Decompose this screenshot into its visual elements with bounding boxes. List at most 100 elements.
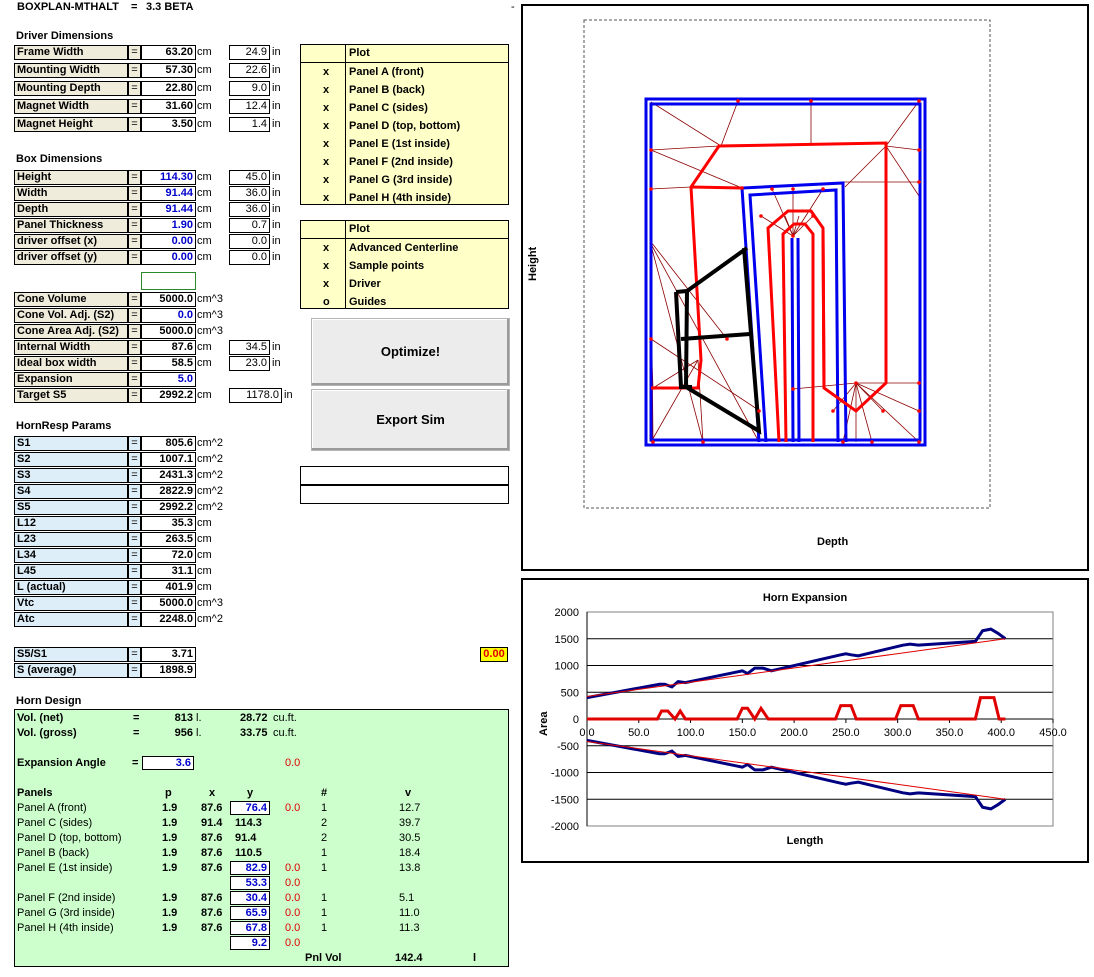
param-value: 263.5 xyxy=(141,532,196,547)
vol-net-eq: = xyxy=(133,712,140,724)
panel-y-input[interactable]: 67.8 xyxy=(230,921,270,935)
plot-option-mark[interactable]: x xyxy=(323,171,329,189)
param-label: Frame Width xyxy=(14,45,128,60)
optimize-button[interactable]: Optimize! xyxy=(311,318,510,386)
header-dash: - xyxy=(511,1,515,13)
param-eq: = xyxy=(128,388,141,403)
panel-name: Panel B (back) xyxy=(17,847,90,859)
plot-option-row[interactable]: x Sample points xyxy=(301,257,508,275)
plot-option-row[interactable]: x Panel G (3rd inside) xyxy=(301,171,508,189)
plot-option-row[interactable]: x Panel F (2nd inside) xyxy=(301,153,508,171)
plot-option-mark[interactable]: x xyxy=(323,117,329,135)
chart-y-tick: 2000 xyxy=(555,607,579,619)
empty-field-2[interactable] xyxy=(300,485,509,504)
plot-option-row[interactable]: x Driver xyxy=(301,275,508,293)
plot-option-mark[interactable]: x xyxy=(323,275,329,293)
param-inch-value: 0.7 xyxy=(229,218,270,233)
plot-option-row[interactable]: x Panel H (4th inside) xyxy=(301,189,508,207)
param-value[interactable]: 0.00 xyxy=(141,250,196,265)
param-eq: = xyxy=(128,250,141,265)
horn-design-heading: Horn Design xyxy=(16,695,82,707)
panel-count: 1 xyxy=(321,922,328,934)
panel-volume: 13.8 xyxy=(399,862,421,874)
export-sim-button[interactable]: Export Sim xyxy=(311,389,510,451)
param-label: Cone Volume xyxy=(14,292,128,307)
param-eq: = xyxy=(128,186,141,201)
vol-gross-cuft-unit: cu.ft. xyxy=(273,727,297,739)
driver-outline xyxy=(674,246,762,435)
panel-y-input[interactable]: 76.4 xyxy=(230,801,270,815)
param-inch-unit: in xyxy=(272,82,281,94)
param-eq: = xyxy=(128,99,141,114)
param-value[interactable]: 5.0 xyxy=(141,372,196,387)
panel-p: 1.9 xyxy=(162,802,178,814)
version-label: 3.3 BETA xyxy=(146,1,194,13)
param-eq: = xyxy=(128,234,141,249)
param-eq: = xyxy=(128,218,141,233)
panel-x: 91.4 xyxy=(201,817,223,829)
plot-option-row[interactable]: o Guides xyxy=(301,293,508,311)
plot-option-row[interactable]: x Panel C (sides) xyxy=(301,99,508,117)
plot-option-row[interactable]: x Panel A (front) xyxy=(301,63,508,81)
plot-option-mark[interactable]: x xyxy=(323,63,329,81)
plot-option-mark[interactable]: x xyxy=(323,239,329,257)
plot-option-row[interactable]: x Panel B (back) xyxy=(301,81,508,99)
param-inch-value: 1.4 xyxy=(229,117,270,132)
chart-y-tick: 1500 xyxy=(555,634,579,646)
plot-panels-header-label: Plot xyxy=(349,47,370,59)
plot-option-row[interactable]: x Panel D (top, bottom) xyxy=(301,117,508,135)
plot-option-label: Panel F (2nd inside) xyxy=(349,156,453,168)
panel-y-input[interactable]: 82.9 xyxy=(230,861,270,875)
panel-p: 1.9 xyxy=(162,892,178,904)
param-value: 63.20 xyxy=(141,45,196,60)
box-layout-chart: Depth Height xyxy=(521,4,1089,571)
expansion-angle-label: Expansion Angle xyxy=(17,757,106,769)
param-unit: cm xyxy=(197,118,212,130)
pnl-vol-label: Pnl Vol xyxy=(305,952,342,964)
param-label: Panel Thickness xyxy=(14,218,128,233)
panel-x: 87.6 xyxy=(201,847,223,859)
panel-y-input[interactable]: 65.9 xyxy=(230,906,270,920)
param-value[interactable]: 91.44 xyxy=(141,202,196,217)
plot-option-mark[interactable]: o xyxy=(323,293,330,311)
panel-y-input[interactable]: 30.4 xyxy=(230,891,270,905)
plot-option-label: Panel G (3rd inside) xyxy=(349,174,453,186)
plot-option-row[interactable]: x Advanced Centerline xyxy=(301,239,508,257)
plot-option-mark[interactable]: x xyxy=(323,99,329,117)
panel-y-input[interactable]: 9.2 xyxy=(230,936,270,950)
empty-field-1[interactable] xyxy=(300,466,509,485)
panel-count: 2 xyxy=(321,832,328,844)
plot-option-mark[interactable]: x xyxy=(323,81,329,99)
plot-option-label: Driver xyxy=(349,278,381,290)
chart-x-tick: 50.0 xyxy=(628,727,649,739)
param-value[interactable]: 0.0 xyxy=(141,308,196,323)
param-eq: = xyxy=(128,45,141,60)
plot-option-mark[interactable]: x xyxy=(323,135,329,153)
expansion-angle-input[interactable]: 3.6 xyxy=(142,756,194,770)
plot-option-mark[interactable]: x xyxy=(323,189,329,207)
param-value[interactable]: 0.00 xyxy=(141,234,196,249)
plot-option-mark[interactable]: x xyxy=(323,257,329,275)
panel-name: Panel F (2nd inside) xyxy=(17,892,116,904)
selected-cell[interactable] xyxy=(141,272,196,290)
chart-y-tick: -2000 xyxy=(551,821,579,833)
param-eq: = xyxy=(128,117,141,132)
plot-option-label: Panel E (1st inside) xyxy=(349,138,450,150)
plot-option-row[interactable]: x Panel E (1st inside) xyxy=(301,135,508,153)
panel-x: 87.6 xyxy=(201,802,223,814)
param-unit: cm xyxy=(197,565,212,577)
param-label: S5/S1 xyxy=(14,647,128,662)
param-unit: cm xyxy=(197,64,212,76)
panel-volume: 39.7 xyxy=(399,817,421,829)
param-value[interactable]: 114.30 xyxy=(141,170,196,185)
plot-option-mark[interactable]: x xyxy=(323,153,329,171)
param-eq: = xyxy=(128,500,141,515)
param-value[interactable]: 1.90 xyxy=(141,218,196,233)
param-label: Ideal box width xyxy=(14,356,128,371)
param-unit: cm^2 xyxy=(197,469,223,481)
chart-x-tick: 200.0 xyxy=(780,727,808,739)
param-unit: cm xyxy=(197,171,212,183)
panel-y-input[interactable]: 53.3 xyxy=(230,876,270,890)
param-value[interactable]: 91.44 xyxy=(141,186,196,201)
param-eq: = xyxy=(128,516,141,531)
